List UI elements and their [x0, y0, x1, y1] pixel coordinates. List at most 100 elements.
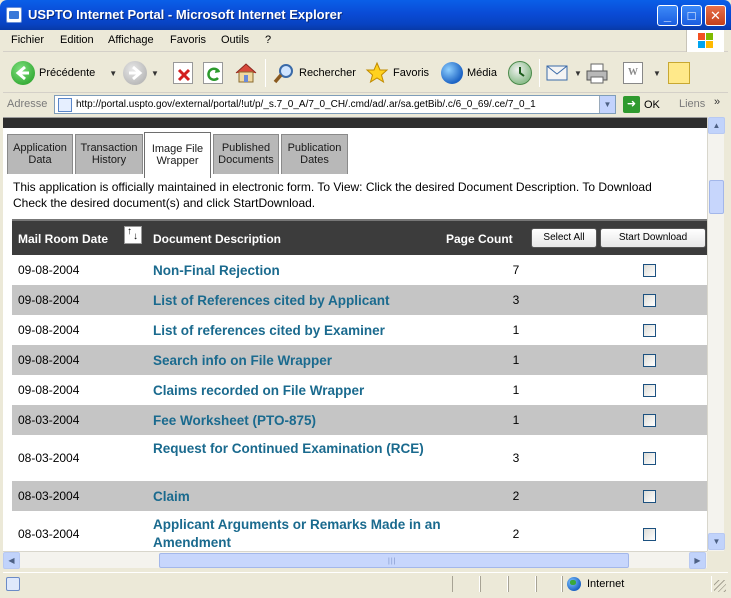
status-bar: Internet: [3, 572, 728, 594]
row-date: 08-03-2004: [18, 527, 80, 541]
mail-button[interactable]: ▼: [546, 58, 582, 88]
row-checkbox[interactable]: [643, 294, 656, 307]
mail-dropdown-icon[interactable]: ▼: [574, 69, 582, 78]
stop-button[interactable]: [173, 58, 193, 88]
row-date: 09-08-2004: [18, 323, 80, 337]
table-row: 08-03-2004 Request for Continued Examina…: [12, 435, 707, 481]
back-button[interactable]: Précédente ▼: [11, 58, 117, 88]
links-chevron-icon[interactable]: »: [714, 96, 720, 108]
menu-fichier[interactable]: Fichier: [11, 34, 44, 46]
mail-icon: [546, 63, 570, 83]
header-mail-room-date: Mail Room Date: [18, 232, 109, 246]
refresh-button[interactable]: [203, 58, 223, 88]
row-page-count: 1: [512, 383, 520, 397]
row-checkbox[interactable]: [643, 354, 656, 367]
start-download-button[interactable]: Start Download: [600, 228, 706, 248]
resize-grip-icon[interactable]: [714, 580, 726, 592]
document-link[interactable]: Applicant Arguments or Remarks Made in a…: [153, 516, 443, 551]
address-input[interactable]: http://portal.uspto.gov/external/portal/…: [54, 95, 616, 114]
tab-transaction-history[interactable]: Transaction History: [75, 134, 143, 174]
back-dropdown-icon[interactable]: ▼: [109, 69, 117, 78]
row-date: 09-08-2004: [18, 383, 80, 397]
row-checkbox[interactable]: [643, 452, 656, 465]
document-link[interactable]: List of References cited by Applicant: [153, 292, 443, 310]
go-button[interactable]: ➜ OK: [623, 96, 660, 113]
tab-published-documents[interactable]: Published Documents: [213, 134, 279, 174]
history-button[interactable]: [508, 58, 532, 88]
row-checkbox[interactable]: [643, 264, 656, 277]
windows-logo: [686, 30, 724, 52]
row-checkbox[interactable]: [643, 384, 656, 397]
notes-icon: [668, 62, 690, 84]
scroll-up-button[interactable]: ▲: [708, 117, 725, 134]
table-row: 09-08-2004 List of References cited by A…: [12, 285, 707, 315]
document-link[interactable]: Claims recorded on File Wrapper: [153, 382, 443, 400]
horizontal-scrollbar[interactable]: ◀ ||| ▶: [3, 551, 707, 569]
address-url[interactable]: http://portal.uspto.gov/external/portal/…: [76, 99, 596, 110]
media-label: Média: [467, 67, 497, 79]
vertical-scroll-thumb[interactable]: [709, 180, 724, 214]
stop-icon: [173, 62, 193, 84]
select-all-button[interactable]: Select All: [531, 228, 597, 248]
intro-text: This application is officially maintaine…: [13, 179, 707, 211]
scroll-down-button[interactable]: ▼: [708, 533, 725, 550]
header-page-count: Page Count: [446, 232, 513, 246]
row-page-count: 3: [512, 451, 520, 465]
tab-image-file-wrapper[interactable]: Image File Wrapper: [144, 132, 211, 178]
document-link[interactable]: Non-Final Rejection: [153, 262, 443, 280]
menu-outils[interactable]: Outils: [221, 34, 249, 46]
search-button[interactable]: Rechercher: [273, 58, 356, 88]
scroll-left-button[interactable]: ◀: [3, 552, 20, 569]
row-page-count: 1: [512, 323, 520, 337]
menu-favoris[interactable]: Favoris: [170, 34, 206, 46]
header-document-description: Document Description: [153, 232, 282, 246]
tab-label-line1: Image File: [151, 143, 204, 155]
document-link[interactable]: List of references cited by Examiner: [153, 322, 443, 340]
forward-button[interactable]: ▼: [123, 58, 159, 88]
print-button[interactable]: [585, 58, 609, 88]
maximize-button[interactable]: □: [681, 5, 702, 26]
forward-dropdown-icon[interactable]: ▼: [151, 69, 159, 78]
vertical-scrollbar[interactable]: ▲ ▼: [707, 117, 725, 551]
address-dropdown-icon[interactable]: ▼: [599, 96, 615, 113]
menu-edition[interactable]: Edition: [60, 34, 94, 46]
row-date: 08-03-2004: [18, 489, 80, 503]
refresh-icon: [203, 62, 223, 84]
document-link[interactable]: Search info on File Wrapper: [153, 352, 443, 370]
notes-button[interactable]: [668, 58, 690, 88]
home-button[interactable]: [234, 58, 258, 88]
links-label[interactable]: Liens: [679, 98, 705, 110]
document-link[interactable]: Request for Continued Examination (RCE): [153, 440, 443, 458]
home-icon: [234, 61, 258, 85]
address-bar: Adresse http://portal.uspto.gov/external…: [3, 94, 728, 116]
go-arrow-icon: ➜: [623, 96, 640, 113]
table-row: 08-03-2004 Applicant Arguments or Remark…: [12, 511, 707, 551]
scroll-right-button[interactable]: ▶: [689, 552, 706, 569]
tab-label-line1: Transaction: [80, 142, 138, 154]
horizontal-scroll-thumb[interactable]: |||: [159, 553, 629, 568]
menu-affichage[interactable]: Affichage: [108, 34, 154, 46]
media-button[interactable]: Média: [441, 58, 497, 88]
edit-dropdown-icon[interactable]: ▼: [653, 69, 661, 78]
favorites-button[interactable]: Favoris: [365, 58, 429, 88]
row-checkbox[interactable]: [643, 490, 656, 503]
sort-icon[interactable]: ↑ ↓: [124, 226, 142, 244]
tab-label-line1: Application: [13, 142, 67, 154]
toolbar-separator: [265, 59, 266, 87]
row-checkbox[interactable]: [643, 414, 656, 427]
menu-bar: Fichier Edition Affichage Favoris Outils…: [3, 30, 728, 52]
document-link[interactable]: Fee Worksheet (PTO-875): [153, 412, 443, 430]
search-label: Rechercher: [299, 67, 356, 79]
tab-application-data[interactable]: Application Data: [7, 134, 73, 174]
scrollbar-corner: [707, 551, 724, 568]
page-viewport: Application Data Transaction History Ima…: [3, 117, 707, 551]
tab-publication-dates[interactable]: Publication Dates: [281, 134, 348, 174]
edit-button[interactable]: W ▼: [623, 58, 661, 88]
row-checkbox[interactable]: [643, 528, 656, 541]
minimize-button[interactable]: _: [657, 5, 678, 26]
row-checkbox[interactable]: [643, 324, 656, 337]
document-link[interactable]: Claim: [153, 488, 443, 506]
close-button[interactable]: ✕: [705, 5, 726, 26]
security-zone: Internet: [567, 576, 624, 592]
menu-help[interactable]: ?: [265, 34, 271, 46]
